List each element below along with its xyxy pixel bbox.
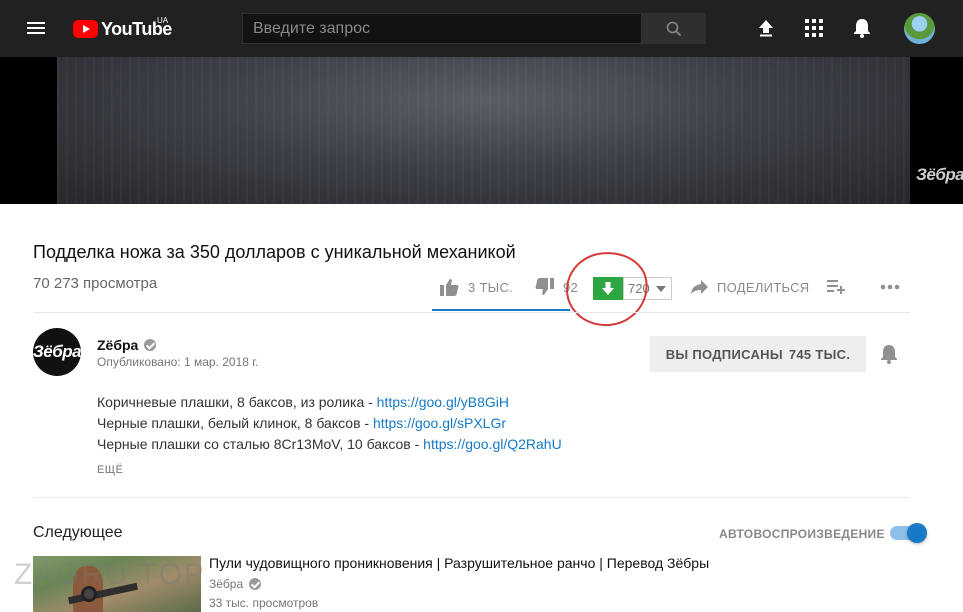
add-to-playlist-button[interactable] bbox=[827, 276, 845, 298]
account-avatar[interactable] bbox=[904, 13, 935, 44]
channel-name[interactable]: Zёбра bbox=[97, 337, 138, 353]
player-watermark: Зёбра bbox=[916, 165, 963, 184]
description-line: Коричневые плашки, 8 баксов, из ролика -… bbox=[97, 394, 509, 410]
autoplay-label: АВТОВОСПРОИЗВЕДЕНИЕ bbox=[719, 527, 885, 541]
share-label: ПОДЕЛИТЬСЯ bbox=[717, 279, 810, 295]
description-text: Коричневые плашки, 8 баксов, из ролика - bbox=[97, 394, 377, 410]
show-more-button[interactable]: ЕЩЁ bbox=[97, 464, 123, 476]
description-link[interactable]: https://goo.gl/yB8GiH bbox=[377, 394, 509, 410]
site-watermark: ZAGRU TOP bbox=[14, 558, 206, 591]
description-line: Черные плашки, белый клинок, 8 баксов - … bbox=[97, 415, 506, 431]
next-video-channel: Зёбра bbox=[209, 577, 244, 591]
next-video-channel-row: Зёбра bbox=[209, 577, 262, 591]
video-frame[interactable] bbox=[57, 57, 910, 204]
subscribed-button[interactable]: ВЫ ПОДПИСАНЫ 745 ТЫС. bbox=[650, 336, 866, 372]
menu-icon[interactable] bbox=[27, 19, 47, 37]
description-link[interactable]: https://goo.gl/sPXLGr bbox=[373, 415, 506, 431]
chevron-down-icon bbox=[656, 286, 666, 292]
more-horizontal-icon bbox=[880, 284, 900, 290]
autoplay-toggle[interactable] bbox=[890, 523, 927, 543]
publish-date: Опубликовано: 1 мар. 2018 г. bbox=[97, 355, 259, 369]
notifications-icon[interactable] bbox=[850, 16, 874, 40]
masthead: YouTube UA bbox=[0, 0, 963, 57]
share-icon bbox=[691, 280, 708, 294]
playlist-add-icon bbox=[827, 280, 845, 294]
search-box bbox=[242, 13, 642, 44]
youtube-logo[interactable]: YouTube UA bbox=[73, 16, 172, 40]
divider bbox=[33, 497, 910, 498]
like-count: 3 ТЫС. bbox=[468, 279, 514, 295]
description-text: Черные плашки со сталью 8Cr13MoV, 10 бак… bbox=[97, 436, 424, 452]
thumbs-up-icon bbox=[440, 279, 459, 296]
channel-name-row[interactable]: Zёбра bbox=[97, 337, 157, 353]
search-icon bbox=[666, 21, 681, 36]
subscribe-label: ВЫ ПОДПИСАНЫ bbox=[665, 346, 783, 362]
share-button[interactable]: ПОДЕЛИТЬСЯ bbox=[691, 276, 809, 298]
channel-avatar[interactable]: Зёбра bbox=[33, 328, 82, 376]
youtube-watch-page: YouTube UA Зёбра bbox=[0, 0, 963, 612]
next-video-views: 33 тыс. просмотров bbox=[209, 596, 319, 610]
thumbs-down-icon bbox=[535, 278, 554, 295]
divider bbox=[33, 312, 910, 313]
apps-icon[interactable] bbox=[802, 16, 826, 40]
verified-check-icon bbox=[249, 578, 262, 590]
like-ratio-bar bbox=[432, 309, 570, 311]
bell-icon bbox=[881, 345, 897, 364]
play-logo-icon bbox=[73, 20, 98, 38]
more-actions-button[interactable] bbox=[880, 276, 900, 298]
up-next-heading: Следующее bbox=[33, 524, 123, 541]
description-line: Черные плашки со сталью 8Cr13MoV, 10 бак… bbox=[97, 436, 562, 452]
description-text: Черные плашки, белый клинок, 8 баксов - bbox=[97, 415, 373, 431]
video-player[interactable]: Зёбра bbox=[0, 57, 963, 204]
annotation-circle bbox=[561, 246, 653, 332]
logo-region: UA bbox=[157, 16, 169, 25]
search-input[interactable] bbox=[243, 14, 641, 43]
notification-bell-button[interactable] bbox=[880, 344, 898, 369]
video-title: Подделка ножа за 350 долларов с уникальн… bbox=[33, 242, 516, 262]
next-video-title[interactable]: Пули чудовищного проникновения | Разруши… bbox=[209, 555, 709, 571]
search-button[interactable] bbox=[641, 13, 706, 44]
toggle-knob bbox=[907, 523, 927, 543]
view-count: 70 273 просмотра bbox=[33, 275, 158, 292]
verified-check-icon bbox=[144, 339, 157, 351]
like-button[interactable]: 3 ТЫС. bbox=[440, 276, 513, 298]
subscriber-count: 745 ТЫС. bbox=[788, 346, 851, 362]
description-link[interactable]: https://goo.gl/Q2RahU bbox=[423, 436, 562, 452]
upload-icon[interactable] bbox=[754, 16, 778, 40]
